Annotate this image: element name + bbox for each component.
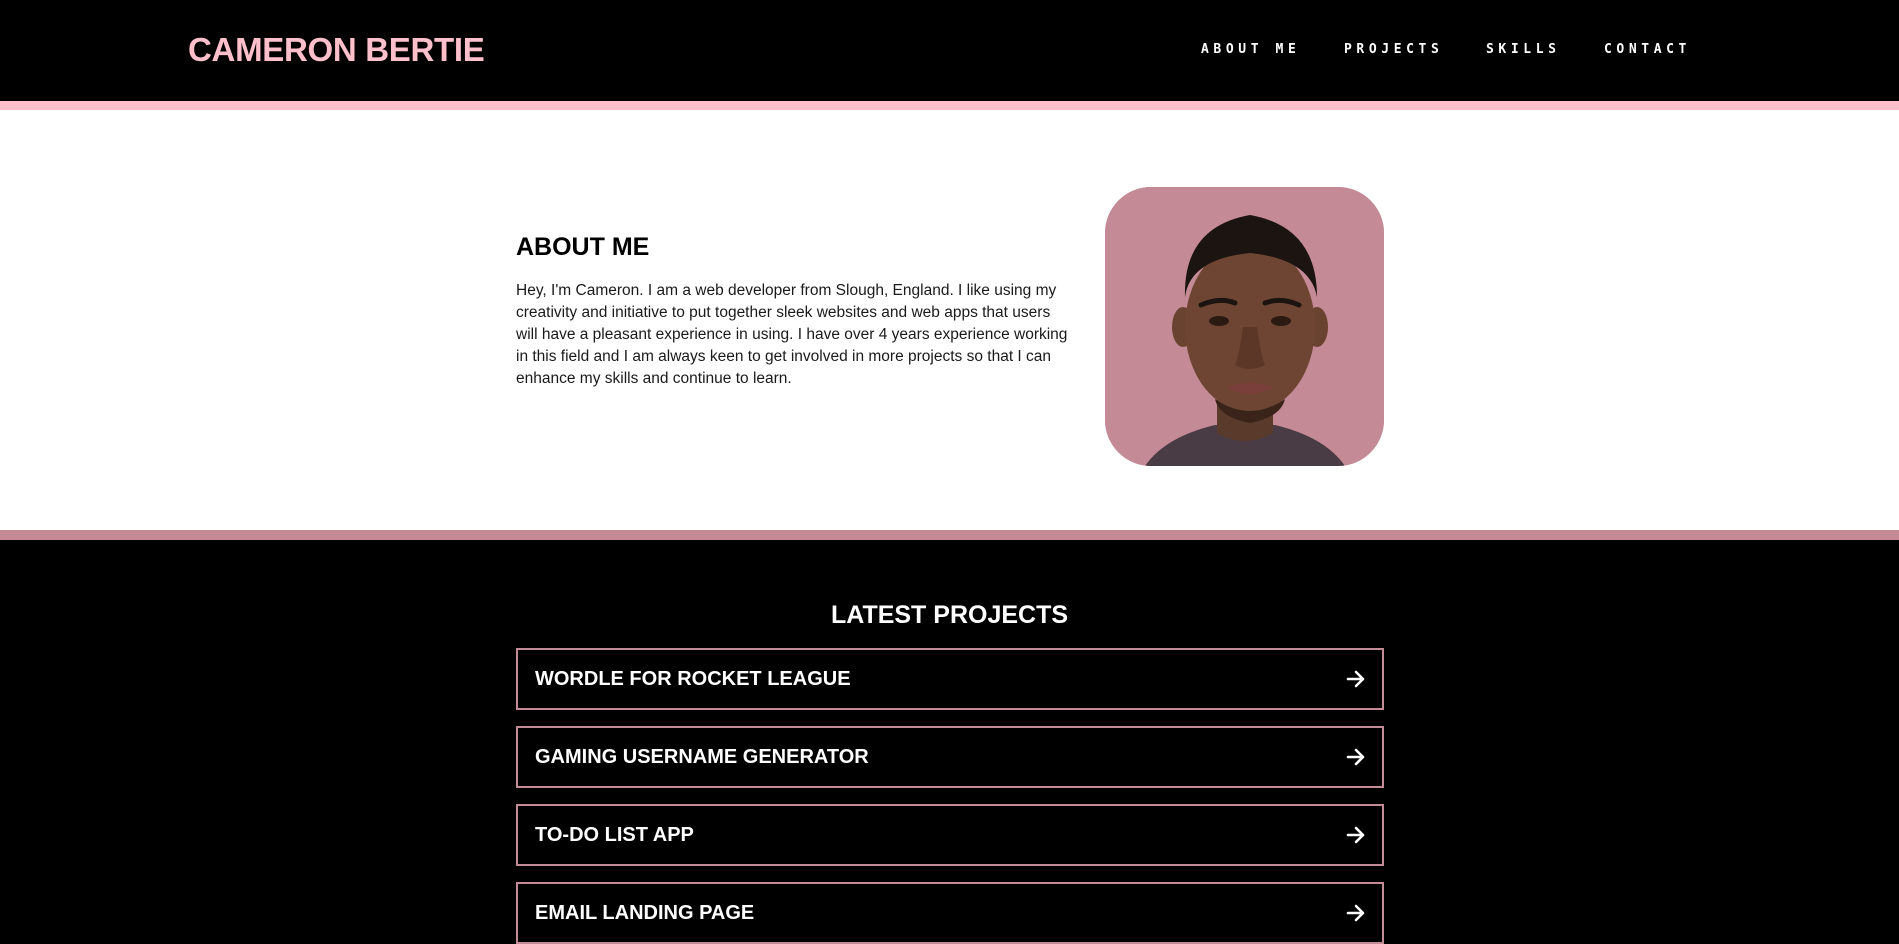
site-logo[interactable]: CAMERON BERTIE — [188, 28, 485, 72]
section-divider — [0, 530, 1899, 540]
arrow-right-icon — [1346, 904, 1365, 922]
project-card[interactable]: EMAIL LANDING PAGE — [516, 882, 1384, 944]
arrow-right-icon — [1346, 670, 1365, 688]
nav-link-about-me[interactable]: ABOUT ME — [1201, 40, 1300, 60]
project-label: EMAIL LANDING PAGE — [535, 902, 755, 924]
project-label: GAMING USERNAME GENERATOR — [535, 746, 869, 768]
profile-photo — [1105, 187, 1384, 466]
arrow-right-icon — [1346, 748, 1365, 766]
nav-link-projects[interactable]: PROJECTS — [1344, 40, 1443, 60]
project-label: TO-DO LIST APP — [535, 824, 694, 846]
nav-link-contact[interactable]: CONTACT — [1604, 40, 1691, 60]
projects-title: LATEST PROJECTS — [830, 601, 1069, 629]
about-text: Hey, I'm Cameron. I am a web developer f… — [516, 282, 1068, 387]
portrait-illustration — [1105, 187, 1384, 466]
projects-section: LATEST PROJECTS WORDLE FOR ROCKET LEAGUE… — [0, 540, 1899, 944]
project-card[interactable]: WORDLE FOR ROCKET LEAGUE — [516, 648, 1384, 710]
site-header: CAMERON BERTIE ABOUT ME PROJECTS SKILLS … — [0, 0, 1899, 101]
nav-link-skills[interactable]: SKILLS — [1486, 40, 1561, 60]
about-section: ABOUT ME Hey, I'm Cameron. I am a web de… — [0, 110, 1899, 530]
about-title: ABOUT ME — [516, 233, 650, 261]
arrow-right-icon — [1346, 826, 1365, 844]
project-card[interactable]: GAMING USERNAME GENERATOR — [516, 726, 1384, 788]
project-label: WORDLE FOR ROCKET LEAGUE — [535, 668, 851, 690]
header-divider — [0, 101, 1899, 110]
project-card[interactable]: TO-DO LIST APP — [516, 804, 1384, 866]
